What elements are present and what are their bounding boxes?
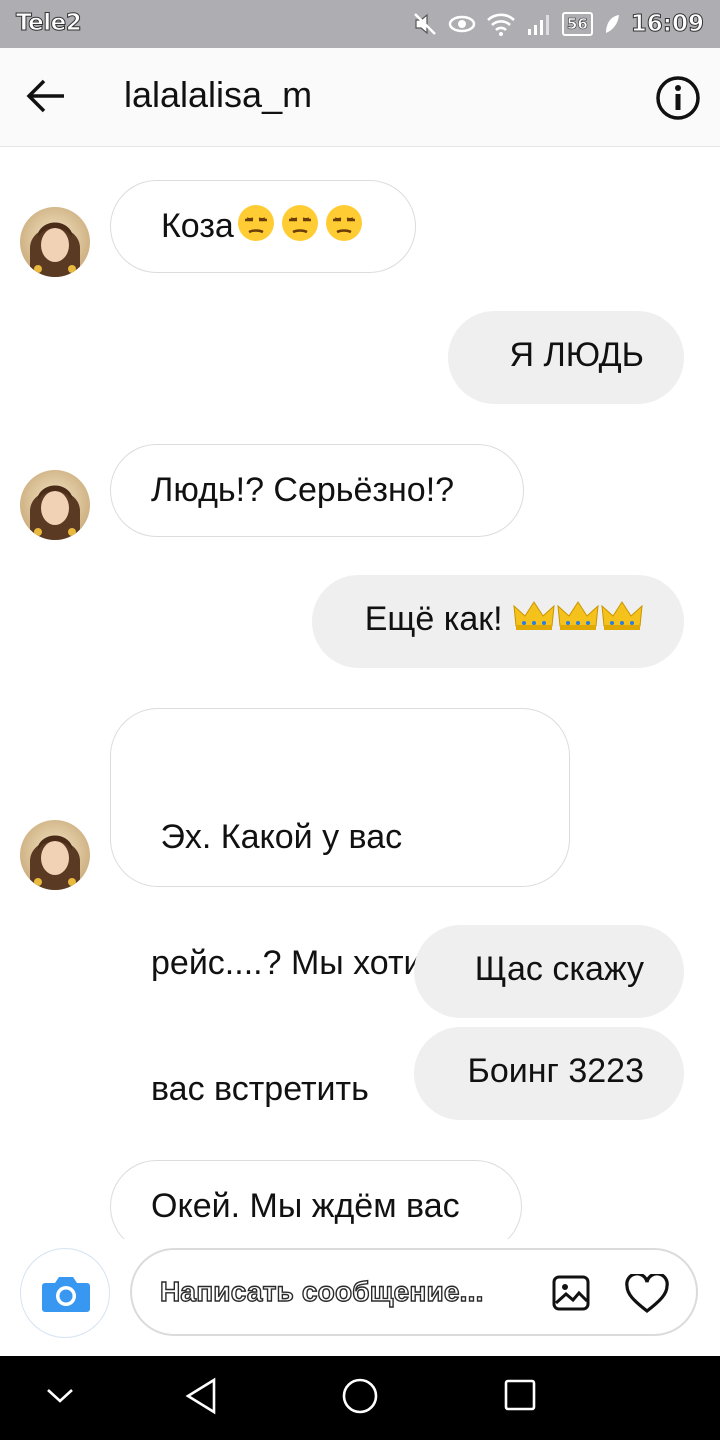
unamused-face-icon xyxy=(278,203,322,253)
signal-icon xyxy=(527,15,549,35)
status-icons: 56 16:09 xyxy=(412,8,705,40)
composer-bar: Написать сообщение... xyxy=(0,1239,720,1356)
crown-icon xyxy=(600,598,644,644)
battery-level: 56 xyxy=(561,12,593,36)
incoming-message[interactable]: Окей. Мы ждём вас xyxy=(110,1160,522,1239)
message-text: Щас скажу xyxy=(474,950,644,988)
incoming-message[interactable]: Людь!? Серьёзно!? xyxy=(110,444,524,537)
crown-icon xyxy=(556,598,600,644)
chat-header: lalalalisa_m xyxy=(0,48,720,147)
message-list[interactable]: Коза Я ЛЮДЬ Людь!? Серьёзно!? Ещё как! Э… xyxy=(0,147,720,1239)
unamused-face-icon xyxy=(234,203,278,253)
sender-avatar[interactable] xyxy=(20,207,90,277)
message-line: Эх. Какой у вас xyxy=(151,818,403,856)
message-text: Боинг 3223 xyxy=(467,1052,644,1090)
message-text: Коза xyxy=(161,206,234,245)
mute-icon xyxy=(414,13,436,35)
message-text: Окей. Мы ждём вас xyxy=(151,1187,460,1225)
home-circle-icon[interactable] xyxy=(340,1376,380,1421)
outgoing-message[interactable]: Щас скажу xyxy=(414,925,684,1018)
back-triangle-icon[interactable] xyxy=(184,1376,218,1421)
wifi-icon xyxy=(487,13,515,36)
message-input-placeholder: Написать сообщение... xyxy=(159,1275,484,1307)
status-bar: Tele2 56 16:09 xyxy=(0,0,720,48)
unamused-face-icon xyxy=(322,203,366,253)
info-button[interactable] xyxy=(654,74,702,122)
outgoing-message[interactable]: Ещё как! xyxy=(312,575,684,668)
chat-username[interactable]: lalalalisa_m xyxy=(124,74,312,116)
clock: 16:09 xyxy=(630,11,704,38)
system-nav-bar xyxy=(0,1356,720,1440)
message-text: Ещё как! xyxy=(364,600,512,638)
camera-button[interactable] xyxy=(20,1248,110,1338)
heart-icon[interactable] xyxy=(624,1272,670,1319)
message-input[interactable]: Написать сообщение... xyxy=(130,1248,698,1336)
recents-square-icon[interactable] xyxy=(503,1378,537,1417)
sender-avatar[interactable] xyxy=(20,470,90,540)
carrier-name: Tele2 xyxy=(15,10,82,37)
message-text: Людь!? Серьёзно!? xyxy=(151,471,455,509)
crown-icon xyxy=(512,598,556,644)
chevron-down-icon[interactable] xyxy=(44,1386,76,1411)
message-text: Я ЛЮДЬ xyxy=(509,336,644,374)
info-icon xyxy=(656,76,700,120)
eye-icon xyxy=(448,15,476,33)
gallery-icon[interactable] xyxy=(552,1275,590,1316)
incoming-message[interactable]: Коза xyxy=(110,180,416,273)
incoming-message[interactable]: Эх. Какой у вас рейс....? Мы хотим вас в… xyxy=(110,708,570,1108)
outgoing-message[interactable]: Я ЛЮДЬ xyxy=(448,311,684,404)
camera-icon xyxy=(41,1275,91,1318)
back-button[interactable] xyxy=(24,76,68,116)
sender-avatar[interactable] xyxy=(20,820,90,890)
outgoing-message[interactable]: Боинг 3223 xyxy=(414,1027,684,1120)
leaf-icon xyxy=(605,15,619,33)
back-arrow-icon xyxy=(26,79,64,113)
